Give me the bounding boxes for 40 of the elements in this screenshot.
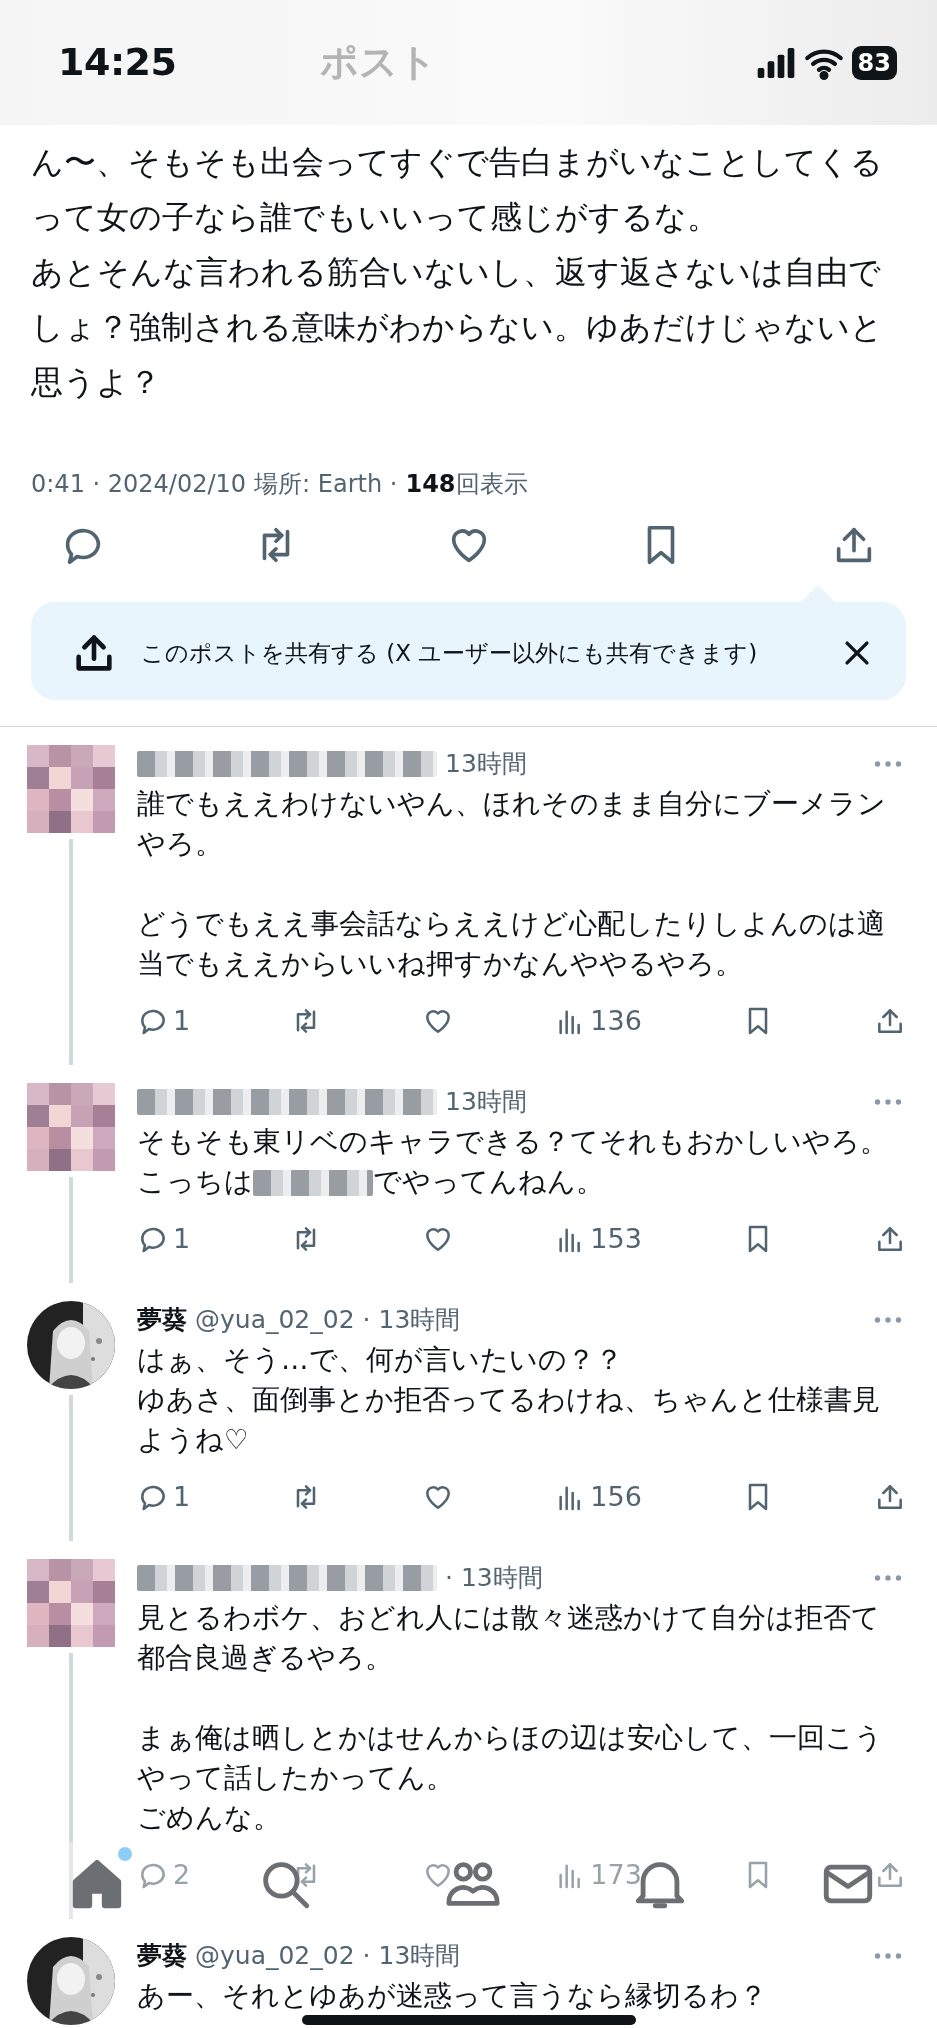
reply-text: そもそも東リベのキャラできる？てそれもおかしいやろ。 — [137, 1124, 888, 1157]
view-count: 148回表示 — [405, 469, 528, 500]
reply-text: はぁ、そう…で、何が言いたいの？？ — [137, 1342, 623, 1375]
reply-time: · 13時間 — [445, 1562, 543, 1594]
author-name[interactable]: 夢葵 — [137, 1937, 187, 1975]
author-name[interactable]: 夢葵 — [137, 1301, 187, 1339]
reply-count: 2 — [173, 1857, 191, 1892]
reply-time: · 13時間 — [362, 1304, 461, 1336]
author-handle[interactable]: @yua_02_02 — [195, 1937, 355, 1975]
reply-count: 1 — [173, 1003, 191, 1038]
battery-level: 83 — [851, 45, 897, 80]
status-time: 14:25 — [58, 39, 177, 86]
reply-text: こっちは — [137, 1164, 253, 1197]
reply-time: · 13時間 — [362, 1940, 461, 1972]
reply-text: ゆあさ、面倒事とか拒否ってるわけね、ちゃんと仕様書見ようね♡ — [137, 1382, 880, 1455]
page-title: ポスト — [319, 39, 438, 86]
post-location: 場所: Earth · — [254, 469, 398, 500]
share-banner-text: このポストを共有する (X ユーザー以外にも共有できます) — [141, 638, 759, 668]
view-count: 153 — [590, 1221, 642, 1256]
reply-text: あー、それとゆあが迷惑って言うなら縁切るわ？ — [137, 1978, 767, 2011]
view-count: 173 — [590, 1857, 642, 1892]
post-text: あとそんな言われる筋合いないし、返す返さないは自由でしょ？強制される意味がわからない。ゆあだけじゃないと思うよ？ — [31, 252, 884, 403]
reply-count: 1 — [173, 1479, 191, 1514]
reply-text: どうでもええ事会話ならええけど心配したりしよんのは適当でもええからいいね押すかなんややるやろ。 — [137, 906, 885, 979]
view-count: 156 — [590, 1479, 642, 1514]
post-timestamp: 0:41 · 2024/02/10 — [31, 469, 247, 500]
pixelated-avatar[interactable] — [27, 1559, 115, 1647]
reply-count: 1 — [173, 1221, 191, 1256]
post-text: ん〜、そもそも出会ってすぐで告白まがいなことしてくるって女の子なら誰でもいいって感じがするな。 — [31, 142, 884, 238]
reply-time: 13時間 — [445, 748, 527, 780]
reply-text: ごめんな。 — [137, 1800, 281, 1833]
reply-text: 見とるわボケ、おどれ人には散々迷惑かけて自分は拒否て都合良過ぎるやろ。 — [137, 1600, 880, 1673]
author-handle[interactable]: @yua_02_02 — [195, 1301, 355, 1339]
pixelated-avatar[interactable] — [27, 1083, 115, 1171]
pixelated-avatar[interactable] — [27, 745, 115, 833]
reply-time: 13時間 — [445, 1086, 527, 1118]
view-count: 136 — [590, 1003, 642, 1038]
reply-text: まぁ俺は晒しとかはせんからほの辺は安心して、一回こうやって話したかってん。 — [137, 1720, 883, 1793]
reply-text: 誰でもええわけないやん、ほれそのまま自分にブーメランやろ。 — [137, 786, 886, 859]
reply-text: でやってんねん。 — [373, 1164, 604, 1197]
